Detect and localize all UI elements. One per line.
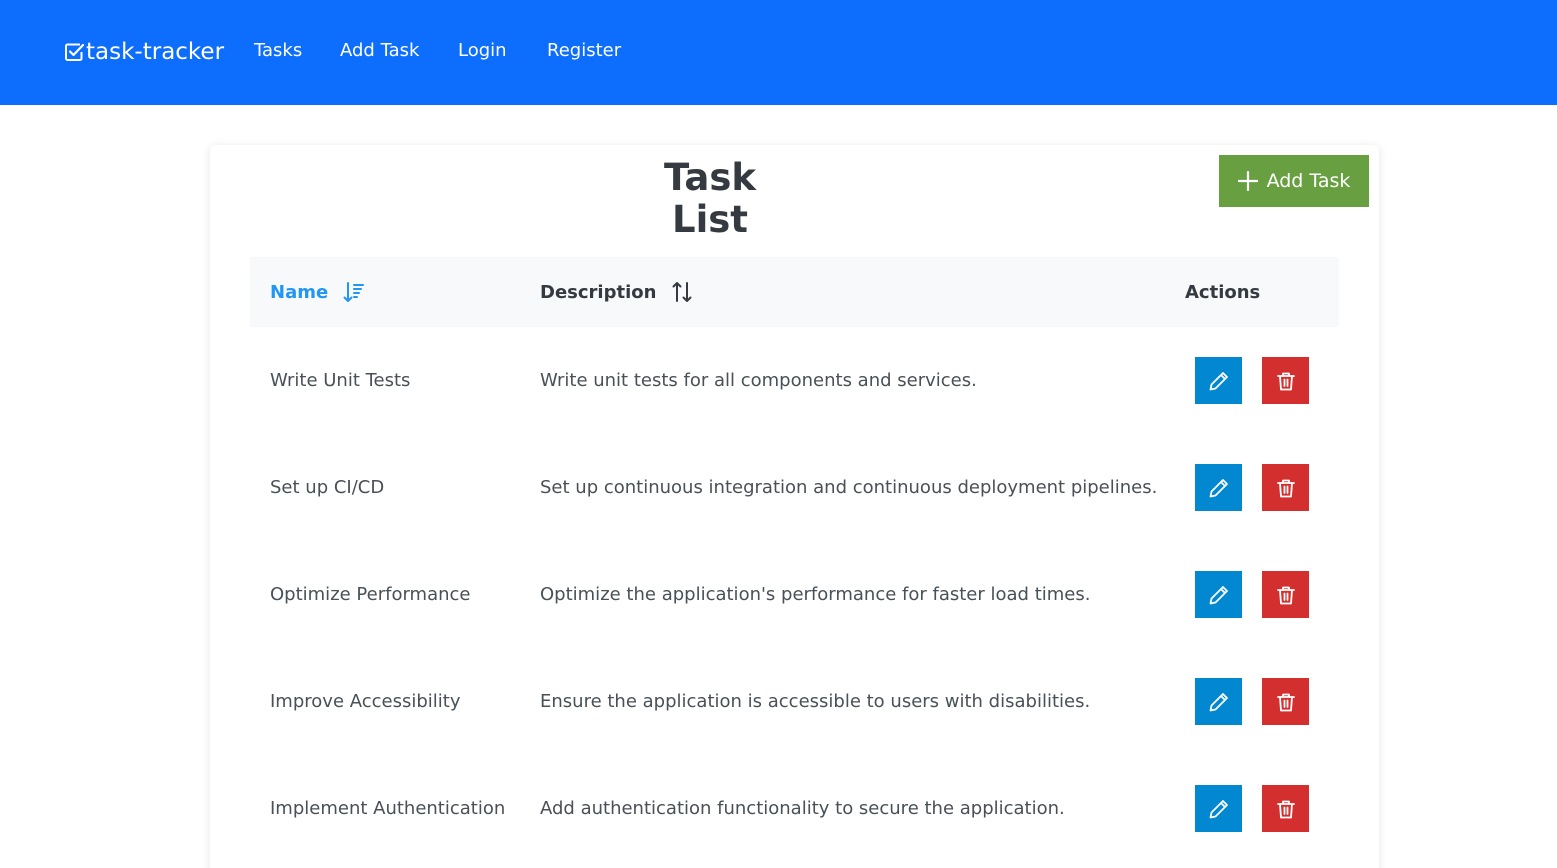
task-name: Set up CI/CD: [270, 476, 385, 498]
column-header-description[interactable]: Description: [540, 257, 693, 327]
delete-task-button[interactable]: [1262, 357, 1309, 404]
table-row: Write Unit Tests Write unit tests for al…: [250, 350, 1339, 457]
trash-icon: [1276, 372, 1295, 390]
task-description: Ensure the application is accessible to …: [540, 690, 1091, 712]
trash-icon: [1276, 800, 1295, 818]
nav-link-login[interactable]: Login: [458, 39, 507, 63]
nav-link-add-task[interactable]: Add Task: [340, 39, 419, 63]
table-row: Set up CI/CD Set up continuous integrati…: [250, 457, 1339, 564]
task-name: Improve Accessibility: [270, 690, 461, 712]
task-list-card: Task List Add Task Name Description Acti…: [210, 145, 1379, 868]
sort-both-icon: [672, 282, 692, 302]
pencil-icon: [1209, 692, 1228, 711]
column-header-description-label: Description: [540, 281, 657, 303]
delete-task-button[interactable]: [1262, 785, 1309, 832]
sort-descending-icon: [343, 282, 365, 302]
brand-link[interactable]: task-tracker: [63, 36, 224, 68]
add-task-button[interactable]: Add Task: [1219, 155, 1369, 207]
pencil-icon: [1209, 585, 1228, 604]
pencil-icon: [1209, 371, 1228, 390]
add-task-button-label: Add Task: [1266, 170, 1351, 192]
column-header-actions-label: Actions: [1185, 281, 1261, 303]
edit-task-button[interactable]: [1195, 678, 1242, 725]
delete-task-button[interactable]: [1262, 464, 1309, 511]
edit-task-button[interactable]: [1195, 357, 1242, 404]
column-header-actions: Actions: [1185, 257, 1260, 327]
table-row: Optimize Performance Optimize the applic…: [250, 564, 1339, 671]
table-row: Implement Authentication Add authenticat…: [250, 778, 1339, 868]
task-name: Implement Authentication: [270, 797, 506, 819]
task-name: Write Unit Tests: [270, 369, 411, 391]
column-header-name[interactable]: Name: [270, 257, 365, 327]
top-navbar: task-tracker Tasks Add Task Login Regist…: [0, 0, 1557, 105]
trash-icon: [1276, 693, 1295, 711]
edit-task-button[interactable]: [1195, 571, 1242, 618]
task-description: Set up continuous integration and contin…: [540, 476, 1158, 498]
trash-icon: [1276, 479, 1295, 497]
trash-icon: [1276, 586, 1295, 604]
edit-task-button[interactable]: [1195, 785, 1242, 832]
table-row: Improve Accessibility Ensure the applica…: [250, 671, 1339, 778]
pencil-icon: [1209, 799, 1228, 818]
column-header-name-label: Name: [270, 281, 329, 303]
delete-task-button[interactable]: [1262, 678, 1309, 725]
delete-task-button[interactable]: [1262, 571, 1309, 618]
task-description: Add authentication functionality to secu…: [540, 797, 1065, 819]
table-header: Name Description Actions: [250, 257, 1339, 327]
page-title: Task List: [663, 156, 757, 241]
pencil-icon: [1209, 478, 1228, 497]
task-description: Write unit tests for all components and …: [540, 369, 977, 391]
brand-label: task-tracker: [86, 39, 225, 65]
task-description: Optimize the application's performance f…: [540, 583, 1091, 605]
nav-link-tasks[interactable]: Tasks: [254, 39, 302, 63]
check-square-icon: [65, 43, 85, 61]
task-name: Optimize Performance: [270, 583, 471, 605]
plus-icon: [1237, 171, 1258, 191]
edit-task-button[interactable]: [1195, 464, 1242, 511]
nav-link-register[interactable]: Register: [547, 39, 621, 63]
